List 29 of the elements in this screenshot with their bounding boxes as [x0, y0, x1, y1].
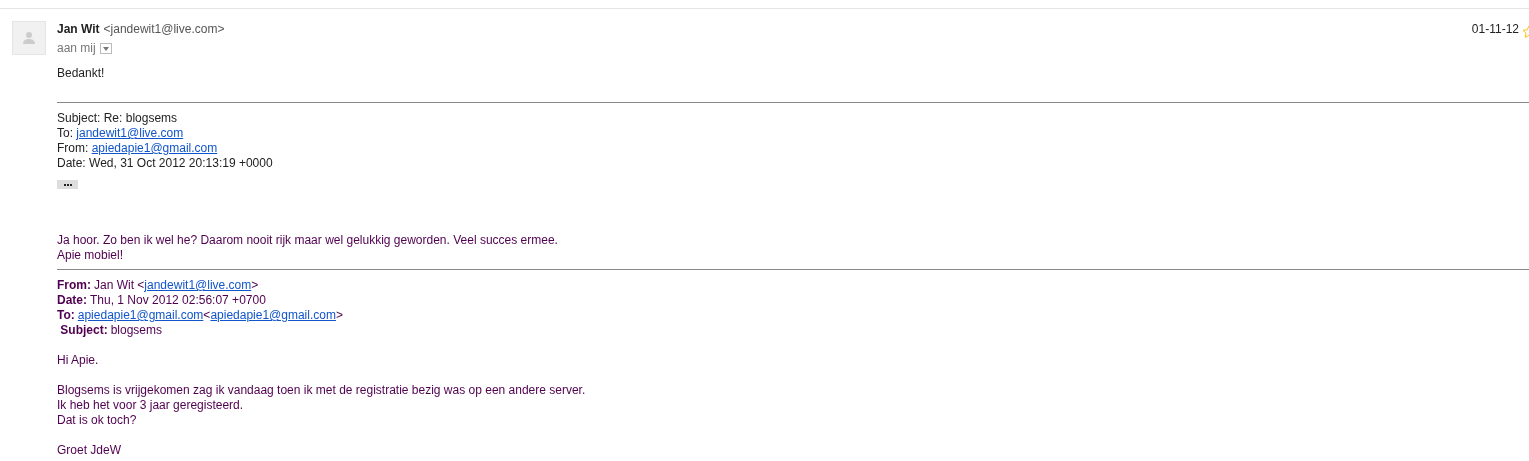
quoted-text: Dat is ok toch?: [57, 413, 138, 428]
quoted-text: Groet JdeW: [57, 443, 123, 458]
quoted-text: Hi Apie.: [57, 353, 100, 368]
header-line: To: jandewit1@live.com: [57, 126, 185, 141]
header-line: Subject: Re: blogsems: [57, 111, 179, 126]
email-link[interactable]: apiedapie1@gmail.com: [91, 141, 218, 155]
caret-icon: [102, 46, 109, 51]
header-line: From: apiedapie1@gmail.com: [57, 141, 219, 156]
quoted-text: Ja hoor. Zo ben ik wel he? Daarom nooit rijk maar wel gelukkig geworden. Veel succes ermee.: [57, 233, 559, 248]
recipient-label: aan mij: [57, 40, 96, 57]
email-link[interactable]: jandewit1@live.com: [144, 278, 252, 292]
show-trimmed-button[interactable]: [57, 180, 78, 189]
message-date: 01-11-12: [1471, 21, 1519, 38]
quoted-text: Blogsems is vrijgekomen zag ik vandaag toen ik met de registratie bezig was op een andere server.: [57, 383, 587, 398]
header-line: To: apiedapie1@gmail.com<apiedapie1@gmail.com>: [57, 308, 344, 323]
sender-name: Jan Wit: [57, 21, 100, 38]
quoted-text: Ik heb het voor 3 jaar geregisteerd.: [57, 398, 245, 413]
quoted-text: Apie mobiel!: [57, 248, 125, 263]
message-text: Bedankt!: [57, 66, 106, 81]
email-link[interactable]: apiedapie1@gmail.com: [210, 308, 336, 322]
avatar-icon: [12, 21, 46, 55]
header-line: Date: Thu, 1 Nov 2012 02:56:07 +0700: [57, 293, 267, 308]
sender-email: <jandewit1@live.com>: [103, 21, 225, 38]
email-link[interactable]: apiedapie1@gmail.com: [77, 308, 204, 322]
header-line: Subject: blogsems: [59, 323, 164, 338]
details-dropdown-button[interactable]: [99, 43, 112, 54]
header-line: From: Jan Wit <jandewit1@live.com>: [57, 278, 260, 293]
header-line: Date: Wed, 31 Oct 2012 20:13:19 +0000: [57, 156, 274, 171]
email-link[interactable]: jandewit1@live.com: [76, 126, 184, 140]
